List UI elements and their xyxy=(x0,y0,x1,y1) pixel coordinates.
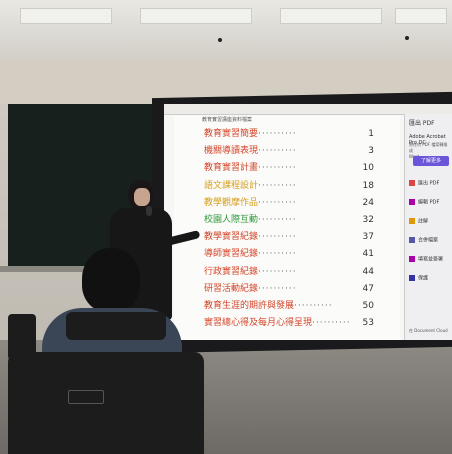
toc-dots: ·········· xyxy=(258,215,297,225)
sidebar-tool-label: 匯出 PDF xyxy=(418,180,440,187)
toc-title: 教育實習簡要 xyxy=(204,129,259,139)
toc-page-number: 18 xyxy=(362,180,374,191)
toc-entry: 教育實習計畫 ·········· 10 xyxy=(204,162,374,174)
protect-icon xyxy=(409,275,415,281)
combine-icon xyxy=(409,237,415,243)
toc-page-number: 37 xyxy=(362,232,374,243)
toc-entry: 機關導讀表現 ·········· 3 xyxy=(204,145,374,157)
toc-entry: 教學觀摩作品 ·········· 24 xyxy=(204,197,374,209)
ceiling-panel xyxy=(140,8,252,24)
toc-dots: ·········· xyxy=(258,163,297,174)
sidebar-tool[interactable]: 填寫並簽署 xyxy=(409,256,443,264)
ceiling-light xyxy=(218,38,222,42)
toc-page-number: 10 xyxy=(362,163,374,174)
toc-title: 教育生涯的期許與發展 xyxy=(204,301,295,311)
toc-entry: 教育生涯的期許與發展 ·········· 50 xyxy=(204,300,374,312)
edit-icon xyxy=(409,199,415,205)
toc-entry: 實習總心得及每月心得呈現 ·········· 53 xyxy=(204,317,374,329)
toc-dots: ·········· xyxy=(258,180,297,191)
audience-head xyxy=(82,248,140,312)
classroom-photo: 教育實習講座資料檔案 教育實習簡要 ·········· 1 機關導讀表現 ····… xyxy=(0,0,452,454)
toc-page-number: 47 xyxy=(362,283,374,294)
pdf-page: 教育實習講座資料檔案 教育實習簡要 ·········· 1 機關導讀表現 ····… xyxy=(174,116,400,340)
toc-dots: ·········· xyxy=(258,232,297,243)
sidebar-tool-label: 保護 xyxy=(418,275,429,282)
sidebar-tool[interactable]: 編輯 PDF xyxy=(409,199,439,207)
ceiling-panel xyxy=(280,8,382,24)
toc-dots: ·········· xyxy=(258,197,297,208)
toc-title: 語文課程設計 xyxy=(204,180,259,191)
toc-title: 教育實習計畫 xyxy=(204,163,259,174)
learn-more-button[interactable]: 了解更多 xyxy=(413,156,449,166)
projection-screen: 教育實習講座資料檔案 教育實習簡要 ·········· 1 機關導讀表現 ····… xyxy=(164,104,452,340)
sidebar-tool-label: 填寫並簽署 xyxy=(418,256,444,263)
ceiling xyxy=(0,0,452,60)
toc-entry: 教學實習紀錄 ·········· 37 xyxy=(204,231,374,243)
toc-entry: 教育實習簡要 ·········· 1 xyxy=(204,128,374,140)
presenter-face xyxy=(134,188,150,206)
toc-page-number: 50 xyxy=(362,301,374,311)
ceiling-panel xyxy=(20,8,112,24)
toc-dots: ·········· xyxy=(312,318,351,329)
toc-title: 教學實習紀錄 xyxy=(204,232,259,243)
sidebar-tool-label: 合併檔案 xyxy=(418,237,439,244)
sidebar-tool-label: 註解 xyxy=(418,218,429,225)
sidebar-tool[interactable]: 保護 xyxy=(409,275,428,283)
toc-title: 校園人際互動 xyxy=(204,215,259,225)
sign-icon xyxy=(409,256,415,262)
toc-entry: 校園人際互動 ·········· 32 xyxy=(204,214,374,226)
toc-entry: 行政實習紀錄 ·········· 44 xyxy=(204,266,374,278)
ceiling-panel xyxy=(395,8,447,24)
export-icon xyxy=(409,180,415,186)
toc-title: 實習總心得及每月心得呈現 xyxy=(204,318,313,329)
ceiling-light xyxy=(405,36,409,40)
chair-back xyxy=(8,352,204,454)
toc-page-number: 44 xyxy=(362,266,374,277)
chair-label xyxy=(68,390,104,404)
toc-page-number: 3 xyxy=(368,146,374,157)
sidebar-tool[interactable]: 合併檔案 xyxy=(409,237,438,245)
toc-page-number: 41 xyxy=(362,249,374,260)
sidebar-footer: 在 Document Cloud xyxy=(409,328,448,333)
toc-page-number: 1 xyxy=(368,129,374,139)
chair xyxy=(66,312,166,340)
doc-header: 教育實習講座資料檔案 xyxy=(202,117,253,123)
toc-page-number: 32 xyxy=(362,215,374,225)
toc-page-number: 24 xyxy=(362,197,374,208)
acrobat-sidebar: 匯出 PDF Adobe Acrobat Pro DC 將任何 PDF 檔案轉換… xyxy=(404,114,452,340)
toc-dots: ·········· xyxy=(258,146,297,157)
toc-title: 行政實習紀錄 xyxy=(204,266,259,277)
toc-page-number: 53 xyxy=(362,318,374,329)
toc-title: 研習活動紀錄 xyxy=(204,283,259,294)
toc-dots: ·········· xyxy=(258,249,297,260)
microphone-icon xyxy=(146,206,152,216)
toc-dots: ·········· xyxy=(258,283,297,294)
toc-dots: ·········· xyxy=(258,129,297,139)
toc-entry: 導師實習紀錄 ·········· 41 xyxy=(204,248,374,260)
toc-title: 導師實習紀錄 xyxy=(204,249,259,260)
sidebar-tool-label: 編輯 PDF xyxy=(418,199,440,206)
sidebar-tool[interactable]: 註解 xyxy=(409,218,428,226)
toc-title: 教學觀摩作品 xyxy=(204,197,259,208)
sidebar-tool[interactable]: 匯出 PDF xyxy=(409,180,439,188)
comment-icon xyxy=(409,218,415,224)
toc-entry: 研習活動紀錄 ·········· 47 xyxy=(204,283,374,295)
toc-title: 機關導讀表現 xyxy=(204,146,259,157)
toc-dots: ·········· xyxy=(294,301,333,311)
toc-entry: 語文課程設計 ·········· 18 xyxy=(204,180,374,192)
sidebar-title: 匯出 PDF xyxy=(409,120,435,127)
toc-dots: ·········· xyxy=(258,266,297,277)
